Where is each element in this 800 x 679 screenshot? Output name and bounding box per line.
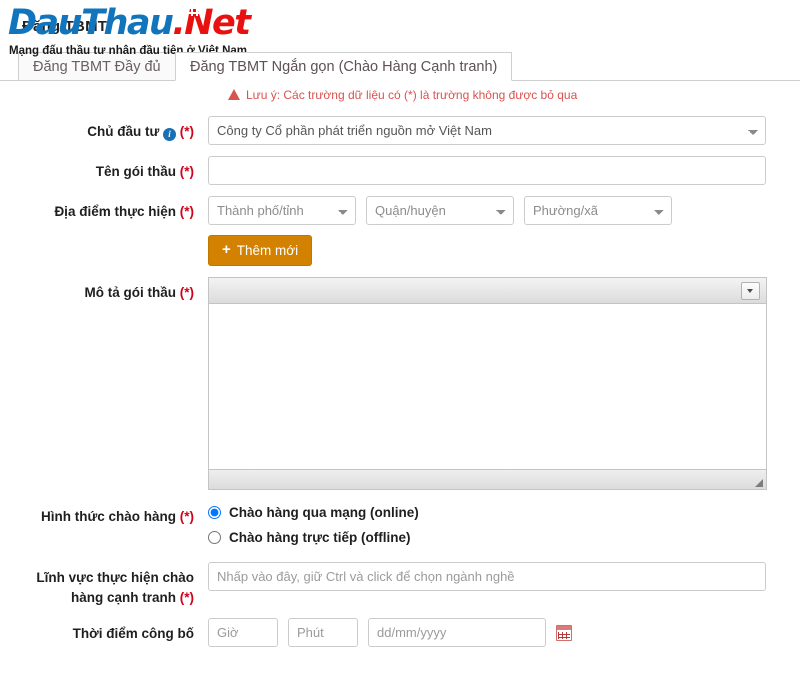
logo-part-dau: Dau [8,3,83,43]
ward-select[interactable]: Phường/xã [524,196,672,225]
location-selects: Thành phố/tỉnh Quận/huyện Phường/xã [208,196,800,225]
label-package-name: Tên gói thầu (*) [0,156,208,182]
info-icon[interactable]: i [162,128,176,141]
editor-statusbar [209,469,766,489]
logo-n-letter: N [184,3,213,43]
label-sector-line1: Lĩnh vực thực hiện chào [36,570,194,585]
warning-icon [228,88,240,100]
site-header: Đăng TBMT DauThau.N et Mạng đấu thầu tư n… [0,0,800,58]
logo-part-thau: Thau [81,3,174,43]
label-publish-time: Thời điểm công bố [0,618,208,644]
chevron-down-icon[interactable] [741,282,760,300]
label-sector-line2: hàng cạnh tranh [70,589,176,605]
required-fields-notice: Lưu ý: Các trường dữ liệu có (*) là trườ… [228,88,800,102]
district-select[interactable]: Quận/huyện [366,196,514,225]
plus-icon: + [222,241,231,258]
publish-minute-input[interactable] [288,618,358,648]
description-editor [208,277,767,490]
control-location: Thành phố/tỉnh Quận/huyện Phường/xã + Th… [208,196,800,266]
publish-date-input[interactable] [368,618,546,648]
required-marker: (*) [179,164,194,179]
required-marker: (*) [179,589,194,605]
label-sector: Lĩnh vực thực hiện chào hàng cạnh tranh … [0,562,208,607]
row-location: Địa điểm thực hiện (*) Thành phố/tỉnh Qu… [0,196,800,266]
resize-grip-icon[interactable] [755,479,763,487]
radio-offline-label[interactable]: Chào hàng trực tiếp (offline) [229,530,411,545]
package-name-input[interactable] [208,156,766,185]
label-investor-text: Chủ đầu tư [87,124,160,139]
control-sector [208,562,800,591]
control-description [208,277,800,490]
add-location-button[interactable]: + Thêm mới [208,235,313,266]
radio-offline[interactable] [208,531,221,544]
label-investor: Chủ đầu tư i (*) [0,116,208,142]
description-textarea[interactable] [209,304,766,469]
investor-select[interactable]: Công ty Cổ phần phát triển nguồn mở Việt… [208,116,766,145]
required-marker: (*) [179,285,194,300]
publish-hour-input[interactable] [208,618,278,648]
site-logo[interactable]: DauThau.N et [8,3,251,43]
label-package-name-text: Tên gói thầu [95,164,176,179]
editor-toolbar [209,278,766,304]
label-description: Mô tả gói thầu (*) [0,277,208,303]
row-publish-time: Thời điểm công bố [0,618,800,648]
logo-part-et: et [212,3,251,43]
sector-input[interactable] [208,562,766,591]
required-fields-notice-text: Lưu ý: Các trường dữ liệu có (*) là trườ… [246,88,578,102]
add-location-button-label: Thêm mới [236,243,299,258]
radio-online-label[interactable]: Chào hàng qua mạng (online) [229,505,419,520]
control-investor: Công ty Cổ phần phát triển nguồn mở Việt… [208,116,800,145]
row-description: Mô tả gói thầu (*) [0,277,800,490]
label-offer-type: Hình thức chào hàng (*) [0,501,208,527]
control-package-name [208,156,800,185]
logo-dot: . [172,3,185,43]
row-package-name: Tên gói thầu (*) [0,156,800,185]
offer-type-option-online[interactable]: Chào hàng qua mạng (online) [208,501,800,524]
control-publish-time [208,618,800,648]
tab-dang-tbmt-ngan-gon[interactable]: Đăng TBMT Ngắn gọn (Chào Hàng Cạnh tranh… [175,52,513,81]
label-location: Địa điểm thực hiện (*) [0,196,208,222]
tbmt-short-form: Lưu ý: Các trường dữ liệu có (*) là trườ… [0,88,800,658]
row-sector: Lĩnh vực thực hiện chào hàng cạnh tranh … [0,562,800,607]
logo-part-n: N [184,3,214,43]
label-publish-time-text: Thời điểm công bố [72,626,194,642]
calendar-icon[interactable] [556,624,572,641]
label-description-text: Mô tả gói thầu [84,285,176,300]
radio-online[interactable] [208,506,221,519]
row-offer-type: Hình thức chào hàng (*) Chào hàng qua mạ… [0,501,800,551]
required-marker: (*) [179,509,194,524]
label-location-text: Địa điểm thực hiện [54,204,176,219]
required-marker: (*) [179,124,194,139]
province-select[interactable]: Thành phố/tỉnh [208,196,356,225]
row-investor: Chủ đầu tư i (*) Công ty Cổ phần phát tr… [0,116,800,145]
offer-type-option-offline[interactable]: Chào hàng trực tiếp (offline) [208,526,800,549]
add-location-wrapper: + Thêm mới [208,235,800,266]
label-offer-type-text: Hình thức chào hàng [40,509,176,524]
required-marker: (*) [179,204,194,219]
control-offer-type: Chào hàng qua mạng (online) Chào hàng tr… [208,501,800,551]
